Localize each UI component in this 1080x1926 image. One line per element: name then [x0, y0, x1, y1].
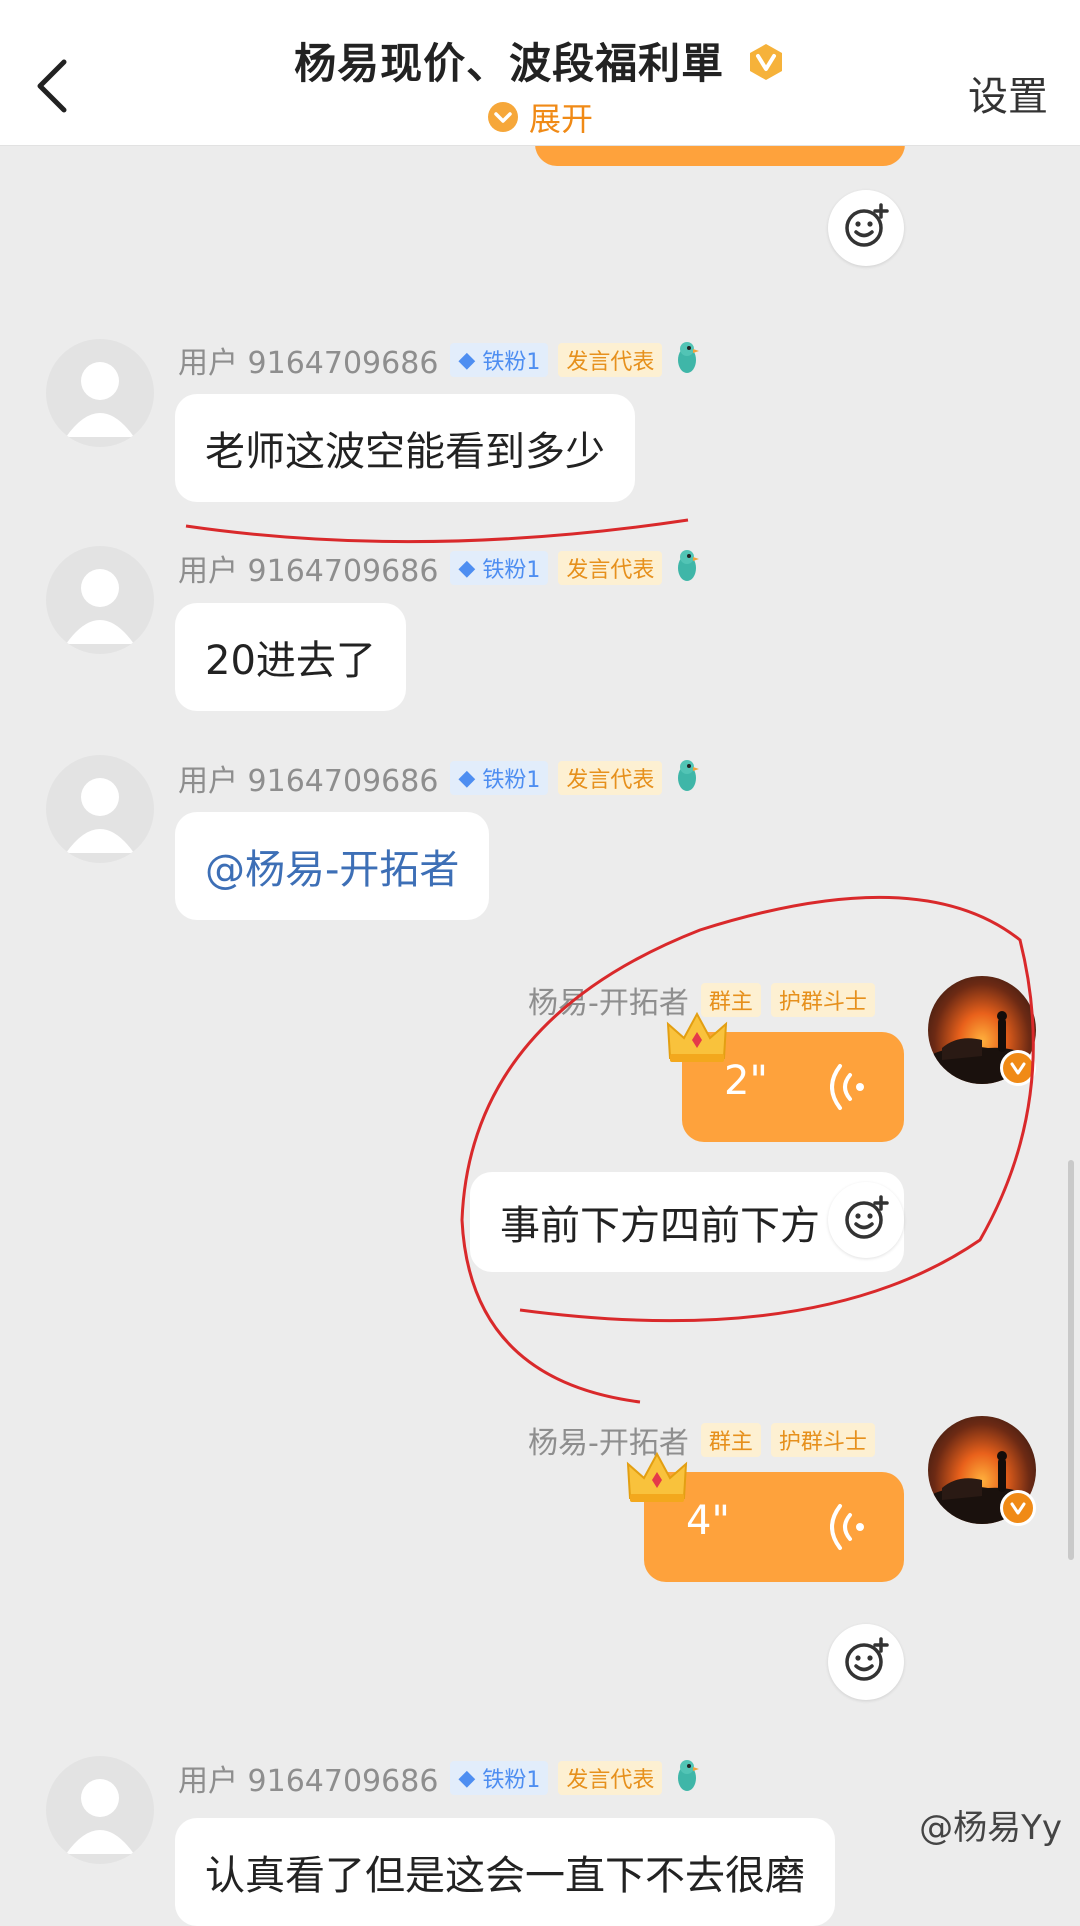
verified-check-icon — [1000, 1490, 1036, 1526]
group-title: 杨易现价、波段福利單 — [294, 39, 725, 88]
scrollbar[interactable] — [1068, 1160, 1074, 1560]
emoji-add-icon — [843, 203, 889, 253]
verified-v-icon — [746, 42, 786, 92]
crown-icon — [624, 1450, 690, 1510]
expand-label: 展开 — [528, 100, 593, 138]
red-underline — [185, 518, 689, 544]
header: 杨易现价、波段福利單 展开 设置 — [0, 0, 1080, 146]
message-text: 认真看了但是这会一直下不去很磨 — [205, 1853, 805, 1899]
voice-wave-icon — [830, 1502, 870, 1562]
bird-badge-icon — [672, 340, 702, 380]
expand-toggle[interactable]: 展开 — [0, 94, 1080, 141]
voice-duration: 2" — [724, 1058, 768, 1104]
fan-badge: ◆ 铁粉1 — [450, 1761, 549, 1795]
bird-badge-icon — [672, 548, 702, 588]
bird-badge-icon — [672, 1758, 702, 1798]
username[interactable]: 用户 9164709686 — [178, 546, 438, 590]
message-bubble[interactable]: @杨易-开拓者 — [175, 812, 490, 920]
bird-badge-icon — [672, 758, 702, 798]
fan-badge: ◆ 铁粉1 — [450, 551, 549, 585]
guard-badge: 护群斗士 — [770, 1423, 875, 1457]
avatar[interactable] — [46, 546, 154, 654]
settings-button[interactable]: 设置 — [968, 64, 1048, 122]
avatar[interactable] — [46, 1756, 154, 1864]
emoji-add-icon — [843, 1637, 889, 1687]
role-badge: 发言代表 — [558, 761, 663, 795]
red-circle — [460, 895, 1035, 1404]
role-badge: 发言代表 — [558, 343, 663, 377]
reaction-button[interactable] — [828, 1182, 904, 1258]
reaction-button[interactable] — [828, 1624, 904, 1700]
username[interactable]: 用户 9164709686 — [178, 756, 438, 800]
red-annotation-overlay — [185, 518, 1035, 1404]
chevron-down-icon — [487, 101, 519, 141]
reaction-button[interactable] — [828, 190, 904, 266]
crown-icon — [664, 1010, 730, 1070]
verified-check-icon — [1000, 1050, 1036, 1086]
message-meta: 用户 9164709686 ◆ 铁粉1 发言代表 — [178, 338, 702, 382]
message-bubble[interactable]: 20进去了 — [175, 603, 406, 711]
fan-badge: ◆ 铁粉1 — [450, 761, 549, 795]
message-text: 老师这波空能看到多少 — [205, 429, 605, 475]
message-text: 事前下方四前下方 — [500, 1203, 820, 1249]
emoji-add-icon — [843, 1195, 889, 1245]
role-badge: 发言代表 — [558, 551, 663, 585]
username[interactable]: 用户 9164709686 — [178, 1756, 438, 1800]
avatar[interactable] — [46, 339, 154, 447]
message-bubble[interactable]: 老师这波空能看到多少 — [175, 394, 635, 502]
avatar[interactable] — [46, 755, 154, 863]
username[interactable]: 用户 9164709686 — [178, 338, 438, 382]
message-meta: 杨易-开拓者 群主 护群斗士 — [528, 1420, 885, 1461]
message-meta: 用户 9164709686 ◆ 铁粉1 发言代表 — [178, 1756, 702, 1800]
message-meta: 用户 9164709686 ◆ 铁粉1 发言代表 — [178, 546, 702, 590]
guard-badge: 护群斗士 — [770, 983, 875, 1017]
fan-badge: ◆ 铁粉1 — [450, 343, 549, 377]
page-title: 杨易现价、波段福利單 — [0, 30, 1080, 92]
mention-link[interactable]: @杨易-开拓者 — [205, 837, 459, 895]
chat-area: 用户 9164709686 ◆ 铁粉1 发言代表 老师这波空能看到多少 用户 9… — [0, 0, 1080, 1926]
owner-badge: 群主 — [700, 1423, 761, 1457]
voice-duration: 4" — [686, 1498, 730, 1544]
voice-wave-icon — [830, 1062, 870, 1122]
message-meta: 用户 9164709686 ◆ 铁粉1 发言代表 — [178, 756, 702, 800]
role-badge: 发言代表 — [558, 1761, 663, 1795]
message-text: 20进去了 — [205, 638, 376, 684]
watermark: @杨易Yy — [919, 1808, 1062, 1848]
message-bubble[interactable]: 认真看了但是这会一直下不去很磨 — [175, 1818, 835, 1926]
